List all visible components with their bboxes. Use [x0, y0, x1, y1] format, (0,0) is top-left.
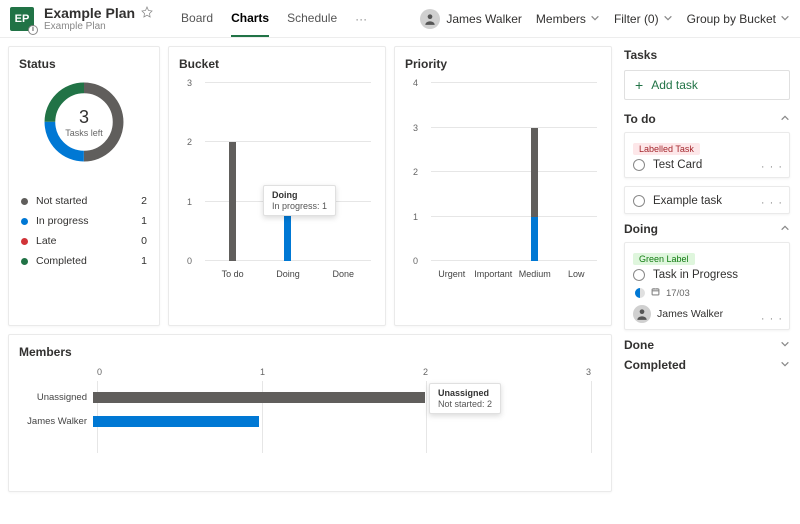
groupby-dropdown[interactable]: Group by Bucket: [687, 12, 790, 26]
favorite-star-icon[interactable]: [141, 6, 153, 21]
legend-row-inprogress: In progress 1: [19, 211, 149, 231]
section-done[interactable]: Done: [624, 338, 790, 352]
task-more-icon[interactable]: · · ·: [761, 161, 783, 173]
legend-row-completed: Completed 1: [19, 251, 149, 271]
member-row-unassigned: Unassigned: [19, 385, 591, 409]
tab-more-icon[interactable]: ···: [355, 1, 367, 37]
chevron-down-icon: [780, 358, 790, 372]
bucket-title: Bucket: [179, 57, 375, 71]
member-row-james: James Walker: [19, 409, 591, 433]
members-chart: 0 1 2 3 Unassigned J: [19, 367, 601, 467]
task-title: Example task: [653, 195, 722, 207]
legend-dot-icon: [21, 238, 28, 245]
user-avatar-icon: [420, 9, 440, 29]
progress-icon: [635, 288, 645, 298]
legend-dot-icon: [21, 218, 28, 225]
user-name: James Walker: [446, 12, 522, 26]
plan-subtitle: Example Plan: [44, 21, 153, 32]
legend-row-notstarted: Not started 2: [19, 191, 149, 211]
status-title: Status: [19, 57, 149, 71]
task-title: Test Card: [653, 159, 702, 171]
calendar-icon: [651, 287, 660, 299]
task-more-icon[interactable]: · · ·: [761, 313, 783, 325]
plan-title-block: Example Plan Example Plan: [44, 5, 153, 32]
chevron-down-icon: [780, 12, 790, 26]
chevron-up-icon: [780, 112, 790, 126]
chevron-down-icon: [590, 12, 600, 26]
info-badge-icon[interactable]: i: [28, 25, 38, 35]
task-label: Labelled Task: [633, 143, 700, 155]
main-area: Status 3 Tasks left: [0, 38, 800, 524]
assignee-avatar-icon: [633, 305, 651, 323]
legend-row-late: Late 0: [19, 231, 149, 251]
members-tooltip: Unassigned Not started: 2: [429, 383, 501, 414]
complete-radio-icon[interactable]: [633, 195, 645, 207]
section-completed[interactable]: Completed: [624, 358, 790, 372]
members-card: Members 0 1 2 3 Unassigned: [8, 334, 612, 492]
members-dropdown[interactable]: Members: [536, 12, 600, 26]
section-doing[interactable]: Doing: [624, 222, 790, 236]
task-card[interactable]: Example task · · ·: [624, 186, 790, 214]
task-more-icon[interactable]: · · ·: [761, 197, 783, 209]
filter-dropdown[interactable]: Filter (0): [614, 12, 673, 26]
tab-charts[interactable]: Charts: [231, 1, 269, 37]
filter-label: Filter (0): [614, 12, 659, 26]
header-right: James Walker Members Filter (0) Group by…: [420, 9, 790, 29]
bucket-chart: 0 1 2 3 To do Doing Done: [179, 83, 375, 283]
tasks-header: Tasks: [624, 48, 790, 62]
plan-title: Example Plan: [44, 5, 135, 21]
tab-schedule[interactable]: Schedule: [287, 1, 337, 37]
app-header: EP i Example Plan Example Plan Board Cha…: [0, 0, 800, 38]
plus-icon: +: [635, 78, 643, 92]
plan-abbr: EP: [15, 13, 30, 25]
bucket-tooltip: Doing In progress: 1: [263, 185, 336, 216]
view-tabs: Board Charts Schedule ···: [181, 1, 367, 37]
priority-card: Priority 0 1 2 3 4 Urgent Important: [394, 46, 612, 326]
header-user[interactable]: James Walker: [420, 9, 522, 29]
status-donut-chart: 3 Tasks left: [39, 77, 129, 167]
task-assignee: James Walker: [633, 305, 781, 323]
task-card[interactable]: Green Label Task in Progress 17/03 · · ·…: [624, 242, 790, 330]
tasks-panel: Tasks + Add task To do Labelled Task Tes…: [620, 38, 800, 524]
legend-dot-icon: [21, 198, 28, 205]
tab-board[interactable]: Board: [181, 1, 213, 37]
chevron-down-icon: [780, 338, 790, 352]
add-task-button[interactable]: + Add task: [624, 70, 790, 100]
plan-icon: EP i: [10, 7, 34, 31]
chevron-down-icon: [663, 12, 673, 26]
charts-area: Status 3 Tasks left: [0, 38, 620, 524]
complete-radio-icon[interactable]: [633, 159, 645, 171]
status-count: 3: [79, 107, 89, 128]
section-todo[interactable]: To do: [624, 112, 790, 126]
complete-radio-icon[interactable]: [633, 269, 645, 281]
bucket-card: Bucket 0 1 2 3 To do Doing Done Doi: [168, 46, 386, 326]
priority-title: Priority: [405, 57, 601, 71]
members-label: Members: [536, 12, 586, 26]
priority-chart: 0 1 2 3 4 Urgent Important Medium: [405, 83, 601, 283]
legend-dot-icon: [21, 258, 28, 265]
task-card[interactable]: Labelled Task Test Card · · ·: [624, 132, 790, 178]
status-legend: Not started 2 In progress 1 Late 0: [19, 191, 149, 271]
status-card: Status 3 Tasks left: [8, 46, 160, 326]
task-title: Task in Progress: [653, 269, 738, 281]
task-label: Green Label: [633, 253, 695, 265]
chevron-up-icon: [780, 222, 790, 236]
groupby-label: Group by Bucket: [687, 12, 776, 26]
status-count-label: Tasks left: [65, 128, 103, 138]
task-date: 17/03: [666, 288, 690, 299]
members-title: Members: [19, 345, 601, 359]
